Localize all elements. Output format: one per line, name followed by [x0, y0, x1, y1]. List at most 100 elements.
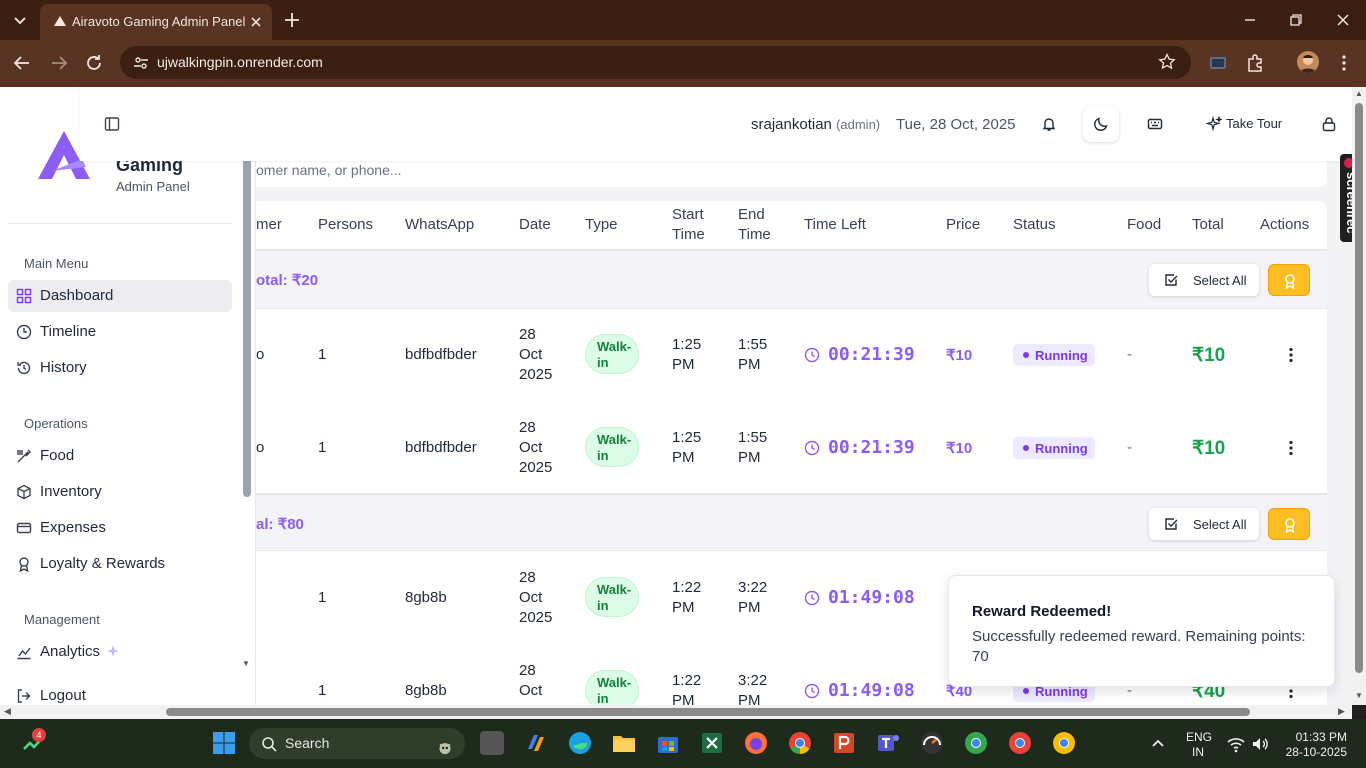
- windows-start-icon[interactable]: [212, 731, 236, 755]
- total-cell: ₹10: [1192, 438, 1226, 459]
- customer-cell: o: [256, 346, 265, 363]
- task-view-icon[interactable]: [480, 731, 504, 755]
- sidebar-item-label: Logout: [40, 687, 86, 704]
- expenses-icon: [16, 520, 32, 536]
- sidebar-scrollbar[interactable]: [243, 159, 251, 497]
- column-header-end-time: End Time: [738, 206, 771, 243]
- end-time-cell: 3:22 PM: [738, 672, 768, 705]
- chrome-profile-3-icon[interactable]: [1052, 731, 1076, 755]
- select-all-button[interactable]: Select All: [1149, 508, 1259, 540]
- search-input[interactable]: omer name, or phone...: [256, 161, 1327, 187]
- sidebar-toggle-icon[interactable]: [104, 116, 120, 132]
- extensions-puzzle-icon[interactable]: [1245, 53, 1265, 73]
- select-all-button[interactable]: Select All: [1149, 264, 1259, 296]
- widget-badge: 4: [32, 728, 46, 742]
- clock-icon: [804, 440, 820, 456]
- copilot-icon[interactable]: [524, 731, 548, 755]
- notifications-button[interactable]: [1031, 106, 1067, 142]
- start-time-cell: 1:25 PM: [672, 336, 702, 373]
- site-info-icon[interactable]: [132, 54, 150, 72]
- horizontal-scroll-thumb[interactable]: [166, 708, 1250, 716]
- vertical-scroll-thumb[interactable]: [1355, 103, 1363, 673]
- moon-icon: [1094, 117, 1108, 131]
- redeem-reward-button[interactable]: [1268, 508, 1310, 540]
- teams-icon[interactable]: [876, 731, 900, 755]
- volume-icon[interactable]: [1250, 734, 1270, 754]
- lock-icon: [1322, 117, 1336, 132]
- redeem-reward-button[interactable]: [1268, 264, 1310, 296]
- close-window-icon[interactable]: [1333, 10, 1353, 30]
- sidebar-item-inventory[interactable]: Inventory: [8, 476, 232, 508]
- column-header-start-time: Start Time: [672, 206, 705, 243]
- chrome-icon[interactable]: [788, 731, 812, 755]
- browser-menu-icon[interactable]: [1334, 53, 1354, 73]
- extension-app-icon[interactable]: [1208, 53, 1228, 73]
- excel-icon[interactable]: [700, 731, 724, 755]
- chrome-profile-2-icon[interactable]: [1008, 731, 1032, 755]
- tab-close-icon[interactable]: [248, 14, 264, 30]
- windows-taskbar: 4 Search ENG IN 01:33 PM 28-10-2025: [0, 719, 1366, 768]
- new-tab-icon[interactable]: [282, 10, 302, 30]
- browser-tab[interactable]: Airavoto Gaming Admin Panel: [40, 4, 272, 40]
- brand-subtitle: Admin Panel: [116, 179, 190, 194]
- sidebar-item-analytics[interactable]: Analytics: [8, 636, 232, 668]
- scroll-right-icon[interactable]: ▶: [1338, 706, 1345, 717]
- time-left-cell: 00:21:39: [828, 344, 915, 365]
- lock-button[interactable]: [1311, 106, 1347, 142]
- select-all-label: Select All: [1193, 273, 1247, 288]
- sidebar-item-logout[interactable]: Logout: [8, 680, 232, 705]
- file-explorer-icon[interactable]: [612, 731, 636, 755]
- row-actions-icon[interactable]: [1282, 346, 1300, 364]
- taskbar-search[interactable]: Search: [249, 728, 465, 759]
- section-main-menu: Main Menu: [24, 256, 89, 271]
- edge-icon[interactable]: [568, 731, 592, 755]
- sidebar-item-loyalty[interactable]: Loyalty & Rewards: [8, 548, 232, 580]
- url-text[interactable]: ujwalkingpin.onrender.com: [157, 54, 323, 70]
- page-horizontal-scrollbar[interactable]: ◀ ▶: [0, 705, 1352, 719]
- sidebar-item-label: Dashboard: [40, 287, 114, 304]
- keyboard-shortcuts-button[interactable]: [1137, 106, 1173, 142]
- search-highlight-icon: [425, 732, 451, 756]
- tray-chevron-icon[interactable]: [1148, 733, 1168, 753]
- whatsapp-cell: bdfbdfbder: [405, 439, 477, 456]
- wifi-icon[interactable]: [1226, 734, 1246, 754]
- page-vertical-scrollbar[interactable]: ▲ ▼: [1352, 87, 1366, 705]
- theme-toggle-button[interactable]: [1083, 106, 1119, 142]
- powerpoint-icon[interactable]: [832, 731, 856, 755]
- scroll-down-icon[interactable]: ▼: [1355, 691, 1363, 700]
- forward-icon[interactable]: [48, 52, 70, 74]
- section-management: Management: [24, 612, 100, 627]
- chrome-profile-1-icon[interactable]: [964, 731, 988, 755]
- language-indicator[interactable]: ENG IN: [1186, 730, 1212, 760]
- persons-cell: 1: [318, 439, 327, 456]
- firefox-icon[interactable]: [744, 731, 768, 755]
- scroll-up-icon[interactable]: ▲: [1355, 89, 1363, 98]
- tab-search-chevron-icon[interactable]: [8, 8, 32, 32]
- total-cell: ₹10: [1192, 345, 1226, 366]
- row-actions-icon[interactable]: [1282, 439, 1300, 457]
- customer-cell: o: [256, 439, 265, 456]
- bookmark-star-icon[interactable]: [1158, 53, 1176, 71]
- sidebar-item-expenses[interactable]: Expenses: [8, 512, 232, 544]
- reload-icon[interactable]: [83, 52, 105, 74]
- profile-avatar[interactable]: [1297, 51, 1319, 73]
- take-tour-button[interactable]: Take Tour: [1198, 106, 1284, 142]
- sidebar-scroll-down-icon[interactable]: ▼: [242, 659, 250, 668]
- ms-store-icon[interactable]: [656, 731, 680, 755]
- history-icon: [16, 360, 32, 376]
- sidebar-item-history[interactable]: History: [8, 352, 232, 384]
- sidebar-item-food[interactable]: Food: [8, 440, 232, 472]
- sidebar-item-dashboard[interactable]: Dashboard: [8, 280, 232, 312]
- group-total: al: ₹80: [256, 516, 304, 533]
- back-icon[interactable]: [11, 52, 33, 74]
- minimize-icon[interactable]: [1240, 10, 1260, 30]
- restore-icon[interactable]: [1286, 10, 1306, 30]
- clock[interactable]: 01:33 PM 28-10-2025: [1283, 730, 1347, 760]
- scroll-left-icon[interactable]: ◀: [4, 706, 11, 717]
- clock-icon: [804, 590, 820, 606]
- speedometer-app-icon[interactable]: [920, 731, 944, 755]
- sidebar-item-timeline[interactable]: Timeline: [8, 316, 232, 348]
- reward-toast: Reward Redeemed! Successfully redeemed r…: [948, 575, 1335, 687]
- address-bar[interactable]: ujwalkingpin.onrender.com: [120, 46, 1191, 79]
- status-label: Running: [1035, 348, 1088, 363]
